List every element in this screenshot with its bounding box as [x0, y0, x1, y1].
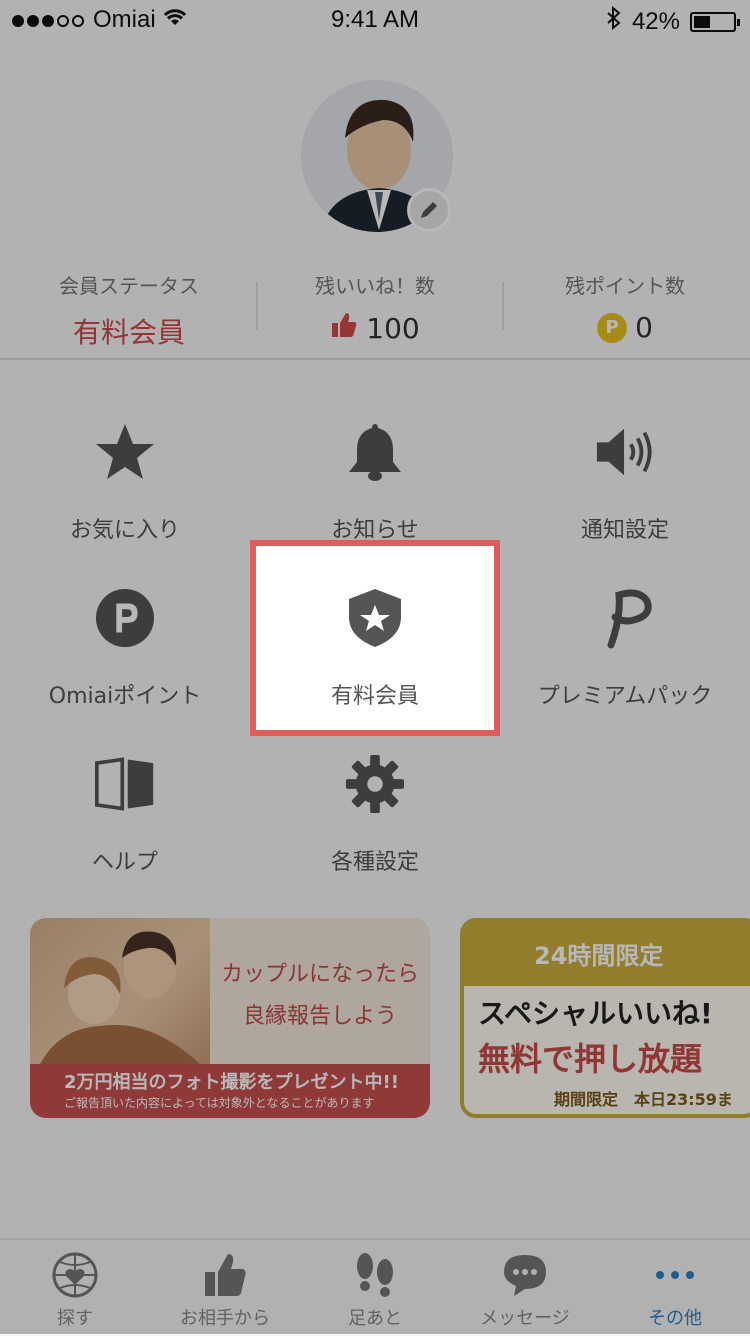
tab-more[interactable]: その他	[600, 1240, 750, 1336]
member-status-stat: 会員ステータス 有料会員	[4, 262, 254, 351]
app-screen: Omiai 9:41 AM 42% 会員ステータス 有料会員 残いいね！数 10…	[0, 0, 750, 1336]
bell-icon	[345, 420, 405, 484]
menu-premium-pack-label: プレミアムパック	[537, 684, 713, 709]
thumbs-up-icon	[330, 311, 358, 346]
tab-search-label: 探す	[57, 1308, 93, 1329]
member-status-value: 有料会員	[72, 316, 185, 349]
banner-right-header: 24時間限定	[464, 922, 750, 986]
menu-paid-membership-label: 有料会員	[330, 684, 419, 709]
gear-icon	[345, 752, 405, 816]
premium-p-icon	[595, 586, 655, 650]
tab-from-partners-label: お相手から	[180, 1308, 270, 1329]
speaker-icon	[595, 420, 655, 484]
menu-help-label: ヘルプ	[91, 850, 158, 875]
banner-special-like[interactable]: 24時間限定 スペシャルいいね! 無料で押し放題 期間限定 本日23:59ま	[460, 918, 750, 1118]
menu-help[interactable]: ヘルプ	[0, 752, 250, 918]
banner-right-footer: 期間限定 本日23:59ま	[554, 1090, 733, 1109]
banner-right-headline-1: スペシャルいいね!	[478, 997, 713, 1030]
likes-remaining-value: 100	[366, 312, 420, 345]
likes-remaining-stat: 残いいね！数 100	[250, 262, 500, 346]
banner-good-news-report[interactable]: カップルになったら 良縁報告しよう 2万円相当のフォト撮影をプレゼント中!! ご…	[30, 918, 430, 1118]
member-status-label: 会員ステータス	[59, 274, 199, 298]
menu-favorites-label: お気に入り	[69, 518, 180, 543]
banner-right-headline-2: 無料で押し放題	[478, 1040, 703, 1078]
menu-settings[interactable]: 各種設定	[250, 752, 500, 918]
tab-more-label: その他	[648, 1308, 702, 1329]
thumbs-up-icon	[200, 1252, 250, 1298]
status-bar: Omiai 9:41 AM 42%	[0, 0, 750, 40]
tab-footprints-label: 足あと	[348, 1308, 402, 1329]
tab-search[interactable]: 探す	[0, 1240, 150, 1336]
banner-left-strip-main: 2万円相当のフォト撮影をプレゼント中!!	[64, 1072, 399, 1093]
menu-premium-pack[interactable]: プレミアムパック	[500, 586, 750, 752]
star-icon	[95, 420, 155, 484]
more-dots-icon	[650, 1252, 700, 1298]
tab-bar: 探す お相手から 足あと メッセージ その他	[0, 1238, 750, 1336]
chat-bubble-icon	[500, 1252, 550, 1298]
menu-notification-settings[interactable]: 通知設定	[500, 420, 750, 586]
banner-left-headline-2: 良縁報告しよう	[242, 1004, 397, 1029]
banner-left-strip: 2万円相当のフォト撮影をプレゼント中!! ご報告頂いた内容によっては対象外となる…	[30, 1064, 430, 1118]
bluetooth-icon	[606, 5, 622, 37]
footprints-icon	[350, 1252, 400, 1298]
coin-icon: P	[597, 312, 628, 343]
points-remaining-stat: 残ポイント数 P 0	[500, 262, 750, 344]
shield-star-icon	[345, 586, 405, 650]
menu-favorites[interactable]: お気に入り	[0, 420, 250, 586]
tab-from-partners[interactable]: お相手から	[150, 1240, 300, 1336]
book-icon	[95, 752, 155, 816]
tab-messages[interactable]: メッセージ	[450, 1240, 600, 1336]
points-remaining-label: 残ポイント数	[565, 274, 685, 298]
banner-left-headline-1: カップルになったら	[220, 962, 419, 987]
pencil-icon	[421, 202, 437, 218]
tab-footprints[interactable]: 足あと	[300, 1240, 450, 1336]
edit-profile-button[interactable]	[407, 188, 451, 232]
menu-notification-settings-label: 通知設定	[580, 518, 669, 543]
menu-paid-membership[interactable]: 有料会員	[250, 586, 500, 752]
banner-left-strip-note: ご報告頂いた内容によっては対象外となることがあります	[64, 1096, 375, 1110]
member-stats: 会員ステータス 有料会員 残いいね！数 100 残ポイント数 P 0	[0, 262, 750, 360]
menu-omiai-points-label: Omiaiポイント	[48, 684, 202, 709]
globe-heart-icon	[50, 1252, 100, 1298]
battery-percent: 42%	[631, 7, 680, 35]
points-remaining-value: 0	[635, 311, 653, 344]
tab-messages-label: メッセージ	[480, 1308, 570, 1329]
point-icon	[95, 586, 155, 650]
menu-omiai-points[interactable]: Omiaiポイント	[0, 586, 250, 752]
likes-remaining-label: 残いいね！数	[315, 274, 435, 298]
menu-settings-label: 各種設定	[330, 850, 419, 875]
battery-icon	[690, 11, 740, 32]
couple-photo	[30, 918, 210, 1064]
